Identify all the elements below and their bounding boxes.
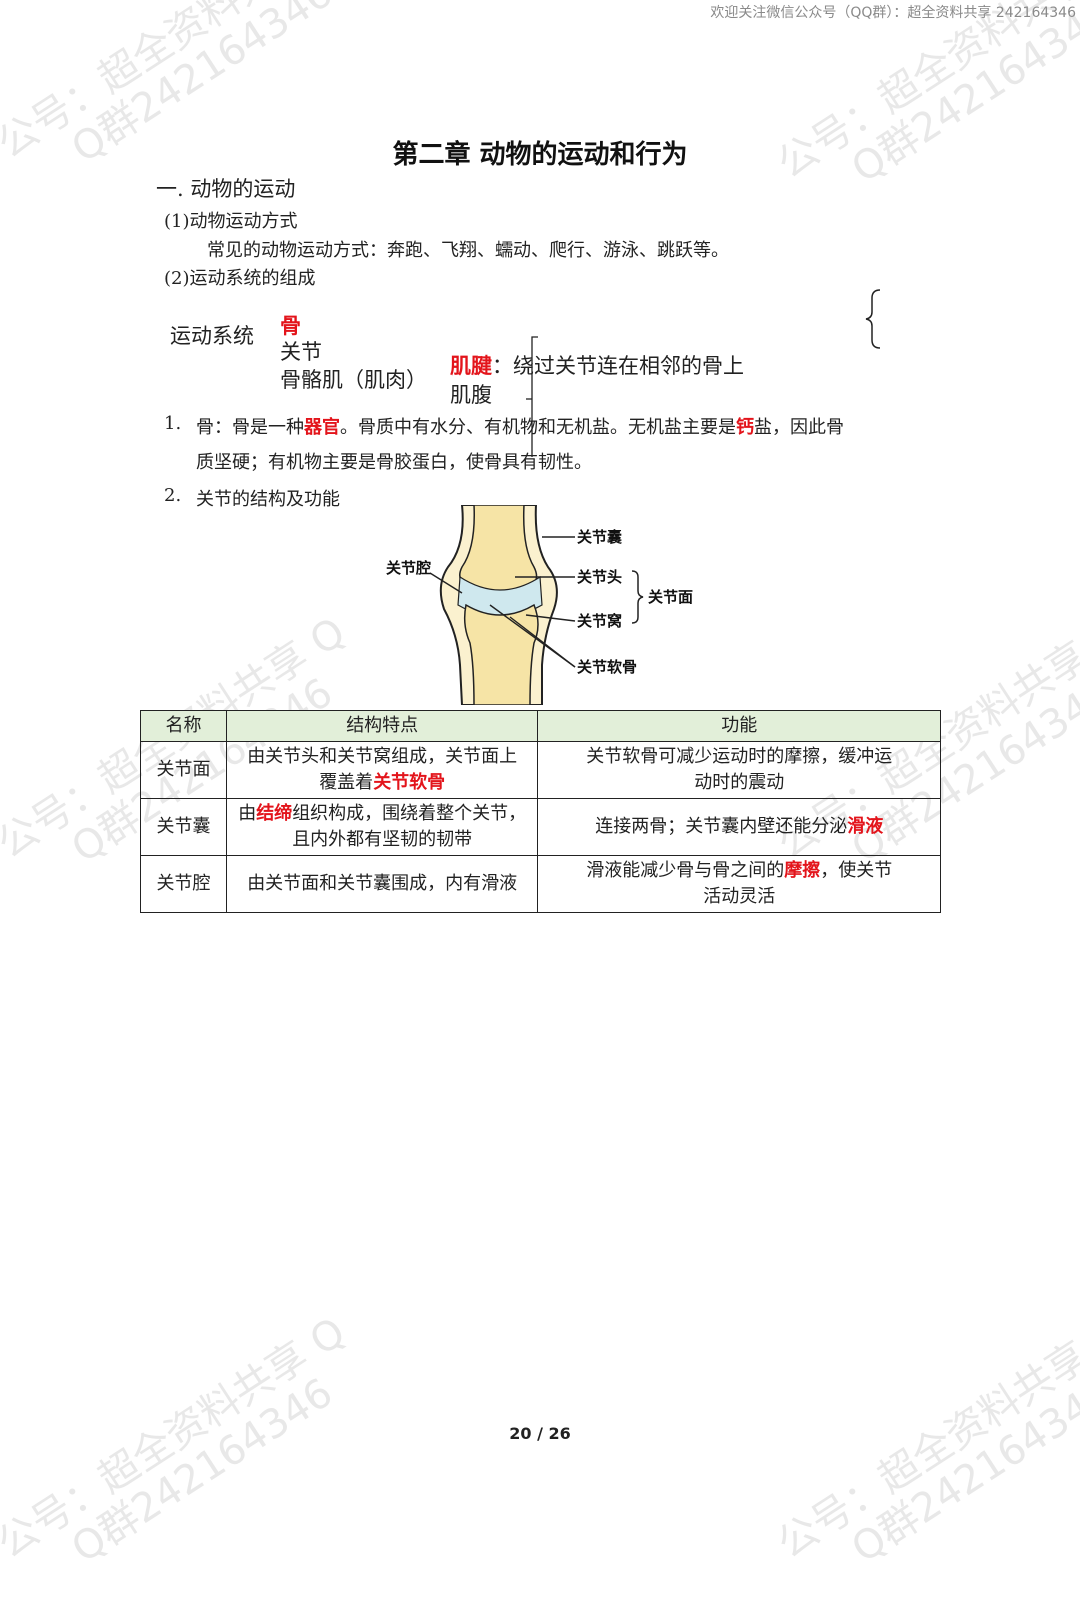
- page-number: 20 / 26: [509, 1424, 571, 1443]
- table-cell-function: 连接两骨；关节囊内壁还能分泌滑液: [537, 798, 941, 856]
- label-joint-head: 关节头: [577, 568, 622, 586]
- tree-brace: [526, 336, 538, 457]
- lower-bone-shape: [463, 603, 539, 705]
- tree-node-muscle: 骨骼肌（肌肉）: [280, 368, 427, 392]
- motor-system-root: 运动系统: [170, 324, 254, 348]
- table-row: 关节面 由关节头和关节窝组成，关节面上 覆盖着关节软骨 关节软骨可减少运动时的摩擦…: [140, 741, 941, 799]
- table-cell-structure: 由结缔组织构成，围绕着整个关节， 且内外都有坚韧的韧带: [225, 798, 539, 856]
- motion-modes-text: 常见的动物运动方式：奔跑、飞翔、蠕动、爬行、游泳、跳跃等。: [207, 240, 729, 261]
- table-cell-name: 关节囊: [140, 798, 227, 856]
- table-cell-function: 滑液能减少骨与骨之间的摩擦，使关节活动灵活: [537, 855, 941, 913]
- tree-node-joint: 关节: [280, 340, 322, 364]
- item-1-number: 1.: [164, 413, 182, 434]
- tree-node-belly: 肌腹: [450, 383, 492, 407]
- table-header: 功能: [537, 710, 941, 742]
- watermark: 公号：超全资料共享 QQ群242164346: [0, 1309, 354, 1572]
- table-row: 关节腔 由关节面和关节囊围成，内有滑液 滑液能减少骨与骨之间的摩擦，使关节活动灵…: [140, 855, 941, 913]
- table-header-row: 名称 结构特点 功能: [140, 710, 941, 742]
- table-row: 关节囊 由结缔组织构成，围绕着整个关节， 且内外都有坚韧的韧带 连接两骨；关节囊内…: [140, 798, 941, 856]
- watermark: 公号：超全资料共享 QQ群242164346: [769, 1309, 1080, 1572]
- label-joint-socket: 关节窝: [577, 612, 622, 630]
- label-joint-capsule: 关节囊: [577, 528, 623, 546]
- watermark: 公号：超全资料共享 QQ群242164346: [769, 0, 1080, 192]
- item-1-line1: 骨：骨是一种器官。骨质中有水分、有机物和无机盐。无机盐主要是钙盐，因此骨: [196, 417, 844, 438]
- table-cell-structure: 由关节头和关节窝组成，关节面上 覆盖着关节软骨: [225, 741, 539, 799]
- item-2-text: 关节的结构及功能: [196, 489, 340, 510]
- item-1-line2: 质坚硬；有机物主要是骨胶蛋白，使骨具有韧性。: [196, 452, 592, 473]
- label-joint-cartilage: 关节软骨: [577, 658, 637, 676]
- subheading-motion-modes: (1)动物运动方式: [164, 211, 298, 232]
- table-header: 结构特点: [225, 710, 539, 742]
- joint-structure-table: 名称 结构特点 功能 关节面 由关节头和关节窝组成，关节面上 覆盖着关节软骨 关节…: [140, 710, 941, 913]
- table-header: 名称: [140, 710, 227, 742]
- label-joint-surface: 关节面: [648, 588, 693, 606]
- page-header: 欢迎关注微信公众号（QQ群）：超全资料共享 242164346: [710, 5, 1076, 21]
- joint-diagram: 关节囊 关节头 关节窝 关节面 关节软骨 关节腔: [386, 505, 693, 705]
- label-joint-cavity: 关节腔: [386, 559, 431, 577]
- table-cell-name: 关节腔: [140, 855, 227, 913]
- section-heading: 一. 动物的运动: [156, 177, 296, 201]
- stray-brace: [865, 289, 881, 349]
- item-2-number: 2.: [164, 485, 182, 506]
- subheading-motor-system: (2)运动系统的组成: [164, 268, 316, 289]
- tree-node-tendon: 肌腱：绕过关节连在相邻的骨上: [450, 354, 744, 378]
- chapter-title: 第二章 动物的运动和行为: [392, 140, 688, 170]
- table-cell-name: 关节面: [140, 741, 227, 799]
- table-cell-function: 关节软骨可减少运动时的摩擦，缓冲运动时的震动: [537, 741, 941, 799]
- table-cell-structure: 由关节面和关节囊围成，内有滑液: [225, 855, 539, 913]
